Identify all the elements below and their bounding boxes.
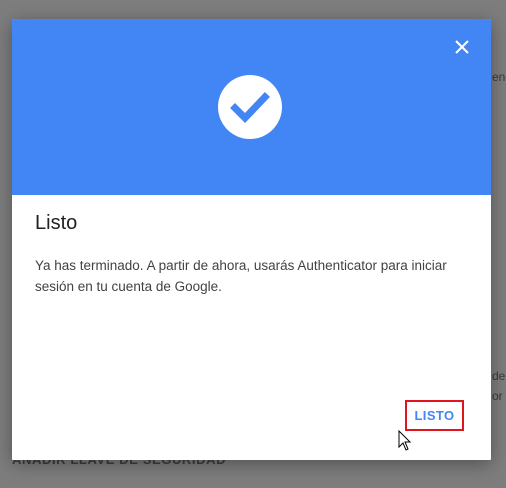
mouse-cursor-icon xyxy=(398,429,412,452)
done-button[interactable]: LISTO xyxy=(405,400,464,431)
background-text-fragment: enç xyxy=(492,70,506,84)
success-dialog: Listo Ya has terminado. A partir de ahor… xyxy=(12,19,491,460)
background-text-fragment: or xyxy=(492,389,503,403)
check-circle-icon xyxy=(218,75,282,139)
dialog-message: Ya has terminado. A partir de ahora, usa… xyxy=(35,258,447,294)
background-text-fragment: de xyxy=(492,369,506,383)
done-button-label: LISTO xyxy=(414,408,455,423)
close-icon[interactable] xyxy=(450,35,474,59)
dialog-title: Listo xyxy=(35,212,78,234)
dialog-header xyxy=(12,19,491,195)
